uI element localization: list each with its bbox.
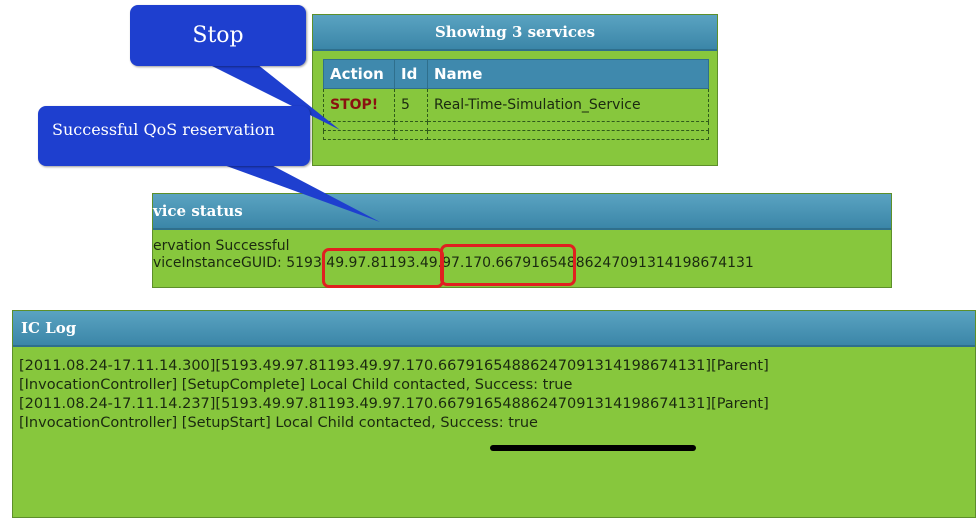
stop-callout: Stop [130, 5, 306, 66]
qos-callout-tail [210, 160, 380, 222]
callout-tails [200, 60, 380, 222]
qos-reservation-callout: Successful QoS reservation [38, 106, 310, 166]
